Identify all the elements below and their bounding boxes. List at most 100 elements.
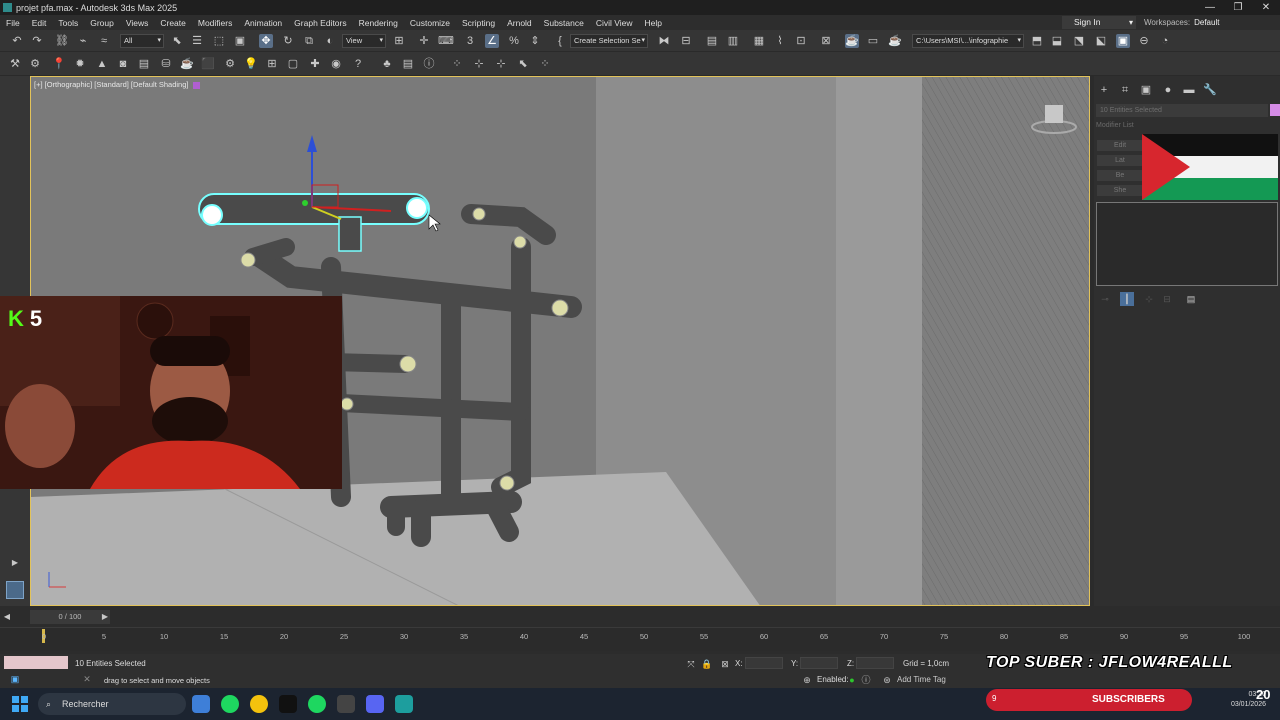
chrome-icon[interactable] bbox=[250, 695, 268, 713]
clear-icon[interactable]: ✕ bbox=[80, 672, 94, 686]
gear-icon[interactable]: ⚙ bbox=[223, 57, 237, 71]
eye-icon[interactable]: ◉ bbox=[329, 57, 343, 71]
expand-arrow-icon[interactable]: ▶ bbox=[8, 556, 22, 570]
menu-create[interactable]: Create bbox=[154, 18, 192, 28]
info-toggle-icon[interactable]: ⓘ bbox=[859, 673, 873, 687]
menu-graph-editors[interactable]: Graph Editors bbox=[288, 18, 352, 28]
menu-help[interactable]: Help bbox=[639, 18, 668, 28]
menu-group[interactable]: Group bbox=[84, 18, 120, 28]
menu-views[interactable]: Views bbox=[120, 18, 155, 28]
info-icon[interactable]: ⓘ bbox=[422, 57, 436, 71]
sun-icon[interactable]: ✹ bbox=[73, 57, 87, 71]
curve-editor-icon[interactable]: ⌇ bbox=[773, 34, 787, 48]
unlink-icon[interactable]: ⌁ bbox=[76, 34, 90, 48]
minimize-button[interactable]: — bbox=[1196, 0, 1224, 15]
absolute-mode-icon[interactable]: ⊠ bbox=[718, 657, 732, 671]
pin-icon[interactable]: 📍 bbox=[52, 57, 66, 71]
menu-scripting[interactable]: Scripting bbox=[456, 18, 501, 28]
rendered-frame-icon[interactable]: ▭ bbox=[866, 34, 880, 48]
modifier-list-dropdown[interactable]: Modifier List bbox=[1096, 122, 1134, 129]
quick-access-icon[interactable]: ⚒ bbox=[8, 57, 22, 71]
modify-tab-icon[interactable]: ⌗ bbox=[1118, 83, 1132, 97]
teapot-icon[interactable]: ☕ bbox=[180, 57, 194, 71]
prism-icon[interactable]: ▲ bbox=[95, 57, 109, 71]
select-manipulate-icon[interactable]: ✛ bbox=[417, 34, 431, 48]
steam-icon[interactable] bbox=[337, 695, 355, 713]
object-color-swatch[interactable] bbox=[1270, 104, 1280, 116]
hierarchy-tab-icon[interactable]: ▣ bbox=[1139, 83, 1153, 97]
render-region-icon[interactable]: ▢ bbox=[286, 57, 300, 71]
cloud-icon[interactable]: ◔ bbox=[1158, 34, 1172, 48]
spotify2-icon[interactable] bbox=[308, 695, 326, 713]
place-icon[interactable]: ◐ bbox=[323, 34, 337, 48]
export-icon[interactable]: ⬕ bbox=[1094, 34, 1108, 48]
object-name-field[interactable]: 10 Entities Selected bbox=[1096, 104, 1268, 117]
render-setup-icon[interactable]: ☕ bbox=[845, 34, 859, 48]
spotify-icon[interactable] bbox=[221, 695, 239, 713]
sync-icon[interactable]: ⊖ bbox=[1137, 34, 1151, 48]
system-clock[interactable]: 03:20 03/01/2026 20 bbox=[1226, 688, 1271, 710]
remove-modifier-icon[interactable]: ⊟ bbox=[1160, 292, 1174, 306]
enabled-status-icon[interactable]: ● bbox=[845, 673, 859, 687]
dots2-icon[interactable]: ⁘ bbox=[538, 57, 552, 71]
menu-animation[interactable]: Animation bbox=[238, 18, 288, 28]
discord-icon[interactable] bbox=[366, 695, 384, 713]
frame-icon[interactable]: ◙ bbox=[116, 57, 130, 71]
viewport-label[interactable]: [+] [Orthographic] [Standard] [Default S… bbox=[34, 80, 201, 89]
maxscript-listener[interactable] bbox=[4, 656, 68, 669]
modifier-button-3[interactable]: Be bbox=[1097, 170, 1143, 181]
menu-arnold[interactable]: Arnold bbox=[501, 18, 538, 28]
scene-explorer-icon[interactable]: ▤ bbox=[705, 34, 719, 48]
open-icon[interactable]: ⬒ bbox=[1030, 34, 1044, 48]
list-icon[interactable]: ▤ bbox=[137, 57, 151, 71]
modifier-button-2[interactable]: Lat bbox=[1097, 155, 1143, 166]
viewport-layout-icon[interactable]: ▣ bbox=[1116, 34, 1130, 48]
maximize-button[interactable]: ❐ bbox=[1224, 0, 1252, 15]
time-slider-next-icon[interactable]: ▶ bbox=[98, 610, 112, 624]
select-by-name-icon[interactable]: ☰ bbox=[190, 34, 204, 48]
window-crossing-icon[interactable]: ▣ bbox=[233, 34, 247, 48]
rotate-icon[interactable]: ↻ bbox=[281, 34, 295, 48]
schematic-view-icon[interactable]: ⊡ bbox=[794, 34, 808, 48]
utilities-tab-icon[interactable]: 🔧 bbox=[1203, 83, 1217, 97]
snaps-toggle-icon[interactable]: 3 bbox=[463, 34, 477, 48]
edit-named-selection-icon[interactable]: { bbox=[553, 34, 567, 48]
percent-snap-icon[interactable]: % bbox=[507, 34, 521, 48]
spinner-snap-icon[interactable]: ⇕ bbox=[528, 34, 542, 48]
make-unique-icon[interactable]: ⊹ bbox=[1142, 292, 1156, 306]
mirror-icon[interactable]: ⧓ bbox=[657, 34, 671, 48]
configure-modifier-icon[interactable]: ▤ bbox=[1184, 292, 1198, 306]
close-button[interactable]: ✕ bbox=[1252, 0, 1280, 15]
isolate-icon[interactable]: ⤧ bbox=[684, 657, 698, 671]
layer-explorer-icon[interactable]: ▥ bbox=[726, 34, 740, 48]
move-icon[interactable]: ✥ bbox=[259, 34, 273, 48]
timeline-track[interactable]: 0 5 10 15 20 25 30 35 40 45 50 55 60 65 … bbox=[0, 627, 1280, 651]
workspace-selector[interactable]: Workspaces: Default bbox=[1144, 15, 1219, 30]
dots-icon[interactable]: ⁘ bbox=[450, 57, 464, 71]
link-icon[interactable]: ⛓ bbox=[55, 34, 69, 48]
modifier-stack[interactable] bbox=[1096, 202, 1278, 286]
rect-selection-icon[interactable]: ⬚ bbox=[212, 34, 226, 48]
reference-coordinate-dropdown[interactable]: View bbox=[342, 34, 386, 48]
time-slider-prev-icon[interactable]: ◀ bbox=[0, 610, 14, 624]
panel-icon[interactable]: ▤ bbox=[401, 57, 415, 71]
angle-snap-icon[interactable]: ∠ bbox=[485, 34, 499, 48]
x-coordinate-field[interactable] bbox=[745, 657, 783, 669]
crosshair-icon[interactable]: ✚ bbox=[308, 57, 322, 71]
menu-modifiers[interactable]: Modifiers bbox=[192, 18, 238, 28]
save-icon[interactable]: ⬓ bbox=[1050, 34, 1064, 48]
modifier-button-1[interactable]: Edit bbox=[1097, 140, 1143, 151]
create-tab-icon[interactable]: + bbox=[1097, 83, 1111, 97]
menu-customize[interactable]: Customize bbox=[404, 18, 456, 28]
align-icon[interactable]: ⊟ bbox=[679, 34, 693, 48]
motion-tab-icon[interactable]: ● bbox=[1161, 83, 1175, 97]
time-tag-icon[interactable]: ⊛ bbox=[880, 673, 894, 687]
bucket-icon[interactable]: ⛁ bbox=[159, 57, 173, 71]
menu-file[interactable]: File bbox=[0, 18, 26, 28]
box-icon[interactable]: ⬛ bbox=[201, 57, 215, 71]
keyboard-shortcut-icon[interactable]: ⌨ bbox=[438, 34, 454, 48]
3dsmax-icon[interactable] bbox=[395, 695, 413, 713]
ribbon-toggle-icon[interactable]: ▦ bbox=[752, 34, 766, 48]
undo-icon[interactable]: ↶ bbox=[10, 34, 24, 48]
maxscript-icon[interactable]: ▣ bbox=[8, 672, 22, 686]
